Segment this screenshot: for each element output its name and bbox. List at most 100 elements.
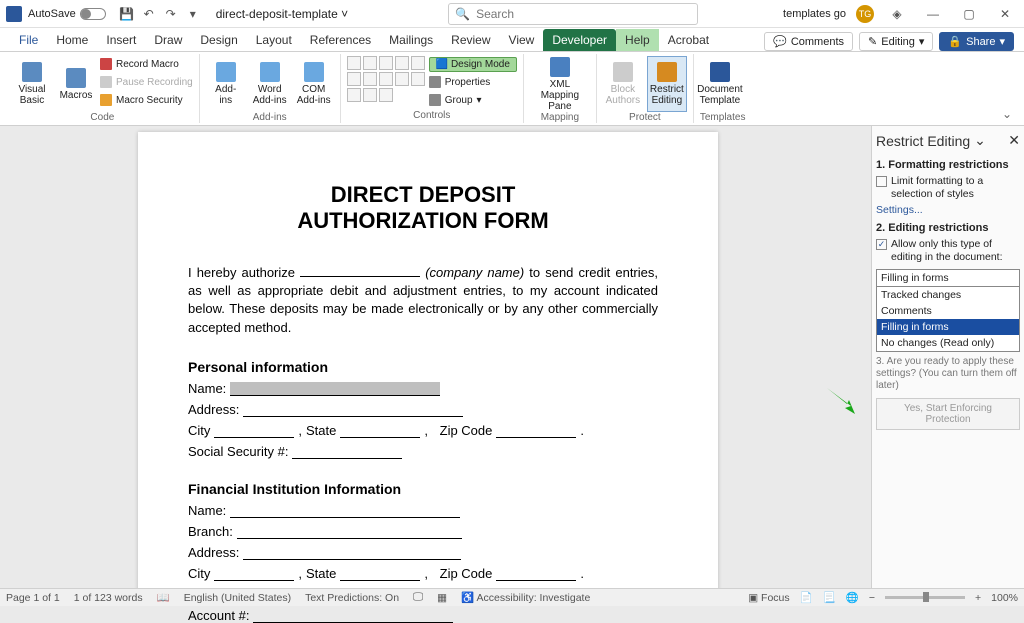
checkbox-icon[interactable] [876, 176, 887, 187]
document-filename[interactable]: direct-deposit-template ˅ [216, 7, 348, 21]
com-addins-button[interactable]: COM Add-ins [294, 56, 334, 112]
zoom-in-button[interactable]: + [975, 592, 981, 604]
address-field[interactable] [243, 416, 463, 417]
view-print-icon[interactable]: 📃 [823, 591, 836, 604]
group-button[interactable]: Group ▾ [429, 92, 517, 108]
name-field[interactable] [230, 382, 440, 396]
user-avatar[interactable]: TG [856, 5, 874, 23]
addins-button[interactable]: Add- ins [206, 56, 246, 112]
design-mode-button[interactable]: 🟦 Design Mode [429, 57, 517, 72]
language-indicator[interactable]: English (United States) [184, 592, 291, 604]
fi-state-field[interactable] [340, 580, 420, 581]
fi-zip-field[interactable] [496, 580, 576, 581]
dropdown-selected: Filling in forms [881, 272, 949, 284]
controls-gallery[interactable] [347, 56, 425, 102]
tab-developer[interactable]: Developer [543, 29, 616, 51]
ssn-label: Social Security #: [188, 444, 288, 459]
branch-field[interactable] [237, 538, 462, 539]
word-addins-button[interactable]: Word Add-ins [250, 56, 290, 112]
start-enforcing-button[interactable]: Yes, Start Enforcing Protection [876, 398, 1020, 430]
fi-address-field[interactable] [243, 559, 461, 560]
zoom-level[interactable]: 100% [991, 592, 1018, 604]
restrict-editing-button[interactable]: Restrict Editing [647, 56, 687, 112]
username-label[interactable]: templates go [783, 8, 846, 20]
pane-dropdown-icon[interactable]: ⌄ [974, 132, 986, 149]
search-icon: 🔍 [455, 7, 470, 21]
editing-type-dropdown[interactable]: Filling in forms▾ Tracked changes Commen… [876, 269, 1020, 352]
limit-formatting-checkbox[interactable]: Limit formatting to a selection of style… [876, 175, 1020, 200]
document-template-button[interactable]: Document Template [700, 56, 740, 112]
text-predictions[interactable]: Text Predictions: On [305, 592, 399, 604]
city-field[interactable] [214, 437, 294, 438]
formatting-settings-link[interactable]: Settings... [876, 204, 923, 216]
tab-insert[interactable]: Insert [97, 29, 145, 51]
tab-file[interactable]: File [10, 29, 47, 51]
zoom-slider[interactable] [885, 596, 965, 599]
tab-home[interactable]: Home [47, 29, 97, 51]
pane-close-icon[interactable]: ✕ [1008, 132, 1020, 149]
display-settings-icon[interactable]: 🖵 [413, 591, 423, 604]
macro-icon[interactable]: ▦ [437, 592, 447, 604]
apply-settings-text: 3. Are you ready to apply these settings… [876, 356, 1020, 392]
group-label: Protect [603, 112, 687, 123]
group-label: Add-ins [206, 112, 334, 123]
option-tracked-changes[interactable]: Tracked changes [877, 287, 1019, 303]
redo-icon[interactable]: ↷ [164, 7, 178, 21]
maximize-button[interactable]: ▢ [956, 4, 982, 24]
document-page[interactable]: DIRECT DEPOSIT AUTHORIZATION FORM I here… [138, 132, 718, 592]
view-web-icon[interactable]: 🌐 [846, 591, 859, 604]
record-macro-button[interactable]: Record Macro [100, 56, 193, 72]
diamond-icon[interactable]: ◈ [884, 4, 910, 24]
tab-design[interactable]: Design [191, 29, 246, 51]
fi-city-field[interactable] [214, 580, 294, 581]
toggle-switch-icon[interactable] [80, 8, 106, 20]
zoom-out-button[interactable]: − [869, 592, 875, 604]
close-button[interactable]: ✕ [992, 4, 1018, 24]
personal-section-heading: Personal information [188, 359, 658, 375]
zip-field[interactable] [496, 437, 576, 438]
fi-city-label: City [188, 566, 210, 581]
checkbox-checked-icon[interactable]: ✓ [876, 239, 887, 250]
tab-references[interactable]: References [301, 29, 380, 51]
accessibility-indicator[interactable]: ♿ Accessibility: Investigate [461, 591, 590, 604]
fi-name-field[interactable] [230, 517, 460, 518]
macro-security-button[interactable]: Macro Security [100, 92, 193, 108]
option-no-changes[interactable]: No changes (Read only) [877, 335, 1019, 351]
option-comments[interactable]: Comments [877, 303, 1019, 319]
view-read-icon[interactable]: 📄 [800, 591, 813, 604]
option-filling-forms[interactable]: Filling in forms [877, 319, 1019, 335]
comments-button[interactable]: 💬 Comments [764, 32, 853, 51]
undo-icon[interactable]: ↶ [142, 7, 156, 21]
share-button[interactable]: 🔒 Share ▾ [939, 32, 1014, 51]
ribbon-tabs: File Home Insert Draw Design Layout Refe… [0, 28, 1024, 52]
page-indicator[interactable]: Page 1 of 1 [6, 592, 60, 604]
tab-view[interactable]: View [500, 29, 544, 51]
tab-draw[interactable]: Draw [145, 29, 191, 51]
collapse-ribbon-icon[interactable]: ⌄ [996, 105, 1018, 123]
tab-review[interactable]: Review [442, 29, 499, 51]
focus-mode-button[interactable]: ▣ Focus [748, 592, 789, 604]
minimize-button[interactable]: — [920, 4, 946, 24]
qat-more-icon[interactable]: ▾ [186, 7, 200, 21]
tab-acrobat[interactable]: Acrobat [659, 29, 718, 51]
allow-editing-checkbox[interactable]: ✓ Allow only this type of editing in the… [876, 238, 1020, 263]
macros-button[interactable]: Macros [56, 56, 96, 112]
autosave-label: AutoSave [28, 8, 76, 20]
xml-mapping-button[interactable]: XML Mapping Pane [530, 56, 590, 112]
word-app-icon [6, 6, 22, 22]
tab-help[interactable]: Help [616, 29, 659, 51]
editing-mode-button[interactable]: ✎ Editing ▾ [859, 32, 933, 51]
properties-button[interactable]: Properties [429, 74, 517, 90]
group-controls: 🟦 Design Mode Properties Group ▾ Control… [341, 54, 524, 123]
tab-mailings[interactable]: Mailings [380, 29, 442, 51]
spellcheck-icon[interactable]: 📖 [157, 591, 170, 604]
save-icon[interactable]: 💾 [120, 7, 134, 21]
word-count[interactable]: 1 of 123 words [74, 592, 143, 604]
autosave-toggle[interactable]: AutoSave [28, 8, 106, 20]
name-label: Name: [188, 381, 226, 396]
tab-layout[interactable]: Layout [247, 29, 301, 51]
visual-basic-button[interactable]: Visual Basic [12, 56, 52, 112]
search-input[interactable]: 🔍 Search [448, 3, 698, 25]
ssn-field[interactable] [292, 458, 402, 459]
state-field[interactable] [340, 437, 420, 438]
